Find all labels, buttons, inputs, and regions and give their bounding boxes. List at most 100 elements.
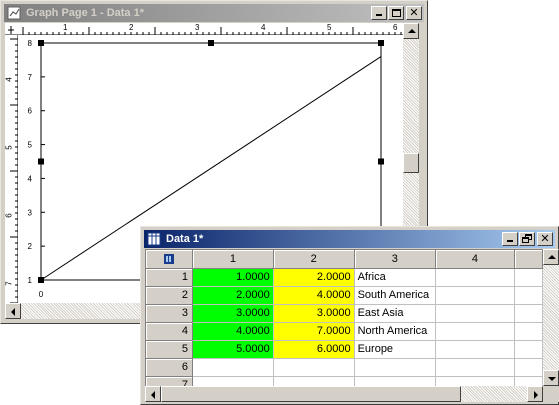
table-row[interactable]: 6 [146, 358, 543, 377]
ruler-label: 1 [63, 23, 68, 32]
scroll-left-button[interactable] [145, 386, 161, 402]
column-header[interactable]: 2 [273, 250, 355, 269]
arrow-up-icon [408, 29, 416, 33]
data-horizontal-scrollbar[interactable] [145, 386, 543, 402]
cell-col-1[interactable]: 4.0000 [192, 322, 274, 341]
cell-blank[interactable] [514, 358, 543, 377]
ruler-label: 4 [4, 77, 14, 82]
table-row[interactable]: 2 2.0000 4.0000 South America [146, 286, 543, 305]
selection-handle [38, 277, 44, 283]
cell-col-1[interactable] [192, 358, 274, 377]
row-header[interactable]: 5 [146, 340, 193, 359]
table-row[interactable]: 4 4.0000 7.0000 North America [146, 322, 543, 341]
cell-blank[interactable] [514, 376, 543, 386]
scroll-thumb[interactable] [161, 386, 461, 402]
selection-handle [38, 40, 44, 46]
column-header[interactable]: 1 [192, 250, 274, 269]
data-window-titlebar[interactable]: Data 1* ✕ [144, 230, 555, 248]
y-tick-label: 5 [28, 141, 33, 150]
ruler-label: 4 [261, 23, 266, 32]
scroll-right-button[interactable] [527, 386, 543, 402]
cell-col-3[interactable]: Europe [354, 340, 437, 359]
row-header[interactable]: 4 [146, 322, 193, 341]
scroll-left-button[interactable] [5, 303, 21, 319]
y-tick-label: 2 [28, 242, 33, 251]
table-row[interactable]: 1 1.0000 2.0000 Africa [146, 268, 543, 287]
cell-col-2[interactable]: 4.0000 [273, 286, 355, 305]
close-icon: ✕ [409, 6, 419, 19]
y-tick-label: 6 [28, 107, 33, 116]
cell-col-2[interactable]: 3.0000 [273, 304, 355, 323]
scroll-up-button[interactable] [543, 249, 559, 265]
column-header[interactable]: 3 [354, 250, 437, 269]
cell-col-2[interactable]: 2.0000 [273, 268, 355, 287]
cell-col-4[interactable] [435, 340, 515, 359]
column-header-blank [514, 250, 543, 269]
cell-col-4[interactable] [435, 304, 515, 323]
cell-col-4[interactable] [435, 358, 515, 377]
row-header[interactable]: 3 [146, 304, 193, 323]
cell-col-4[interactable] [435, 268, 515, 287]
minimize-button[interactable] [502, 232, 518, 246]
cell-col-1[interactable]: 5.0000 [192, 340, 274, 359]
close-button[interactable]: ✕ [406, 6, 422, 20]
cell-col-3[interactable] [354, 358, 437, 377]
row-header[interactable]: 1 [146, 268, 193, 287]
data-vertical-scrollbar[interactable] [543, 249, 559, 386]
cell-col-3[interactable]: South America [354, 286, 437, 305]
maximize-button[interactable] [388, 6, 404, 20]
cell-col-3[interactable]: North America [354, 322, 437, 341]
arrow-down-icon [548, 377, 556, 381]
minimize-button[interactable] [371, 6, 387, 20]
cell-col-2[interactable]: 7.0000 [273, 322, 355, 341]
cell-col-4[interactable] [435, 286, 515, 305]
cell-blank[interactable] [514, 322, 543, 341]
table-row[interactable]: 3 3.0000 3.0000 East Asia [146, 304, 543, 323]
row-header[interactable]: 7 [146, 376, 193, 386]
horizontal-ruler: 1 2 3 4 5 6 [5, 23, 403, 35]
select-all-corner[interactable] [146, 250, 193, 269]
worksheet-corner-icon [163, 253, 174, 264]
data-window[interactable]: Data 1* ✕ 1 2 3 4 1 1.0000 2.0000 Africa… [140, 226, 559, 405]
ruler-label: 7 [4, 281, 14, 286]
selection-handle [208, 40, 214, 46]
cell-blank[interactable] [514, 268, 543, 287]
cell-col-3[interactable] [354, 376, 437, 386]
arrow-left-icon [11, 308, 15, 316]
minimize-icon [376, 14, 382, 16]
ruler-label: 5 [4, 145, 14, 150]
scroll-down-button[interactable] [543, 370, 559, 386]
cell-col-2[interactable]: 6.0000 [273, 340, 355, 359]
row-header[interactable]: 2 [146, 286, 193, 305]
worksheet-icon [147, 232, 162, 246]
worksheet-grid[interactable]: 1 2 3 4 1 1.0000 2.0000 Africa 2 2.0000 4.0000… [145, 249, 543, 386]
column-header[interactable]: 4 [435, 250, 515, 269]
cell-blank[interactable] [514, 304, 543, 323]
graph-page-icon [7, 6, 22, 20]
cell-col-3[interactable]: Africa [354, 268, 437, 287]
cell-blank[interactable] [514, 340, 543, 359]
cell-col-4[interactable] [435, 322, 515, 341]
maximize-icon [392, 9, 401, 17]
selection-handle [378, 40, 384, 46]
ruler-label: 6 [4, 213, 14, 218]
cell-col-1[interactable] [192, 376, 274, 386]
graph-window-titlebar[interactable]: Graph Page 1 - Data 1* ✕ [4, 4, 424, 22]
table-row[interactable]: 5 5.0000 6.0000 Europe [146, 340, 543, 359]
cell-col-3[interactable]: East Asia [354, 304, 437, 323]
cell-col-4[interactable] [435, 376, 515, 386]
y-tick-label: 3 [28, 208, 33, 217]
cell-col-1[interactable]: 2.0000 [192, 286, 274, 305]
scroll-thumb[interactable] [403, 153, 419, 173]
row-header[interactable]: 6 [146, 358, 193, 377]
scroll-up-button[interactable] [403, 23, 419, 39]
restore-button[interactable] [519, 232, 535, 246]
cell-blank[interactable] [514, 286, 543, 305]
table-row[interactable]: 7 [146, 376, 543, 386]
cell-col-1[interactable]: 3.0000 [192, 304, 274, 323]
close-button[interactable]: ✕ [537, 232, 553, 246]
cell-col-1[interactable]: 1.0000 [192, 268, 274, 287]
cell-col-2[interactable] [273, 358, 355, 377]
size-grip[interactable] [543, 386, 559, 402]
cell-col-2[interactable] [273, 376, 355, 386]
